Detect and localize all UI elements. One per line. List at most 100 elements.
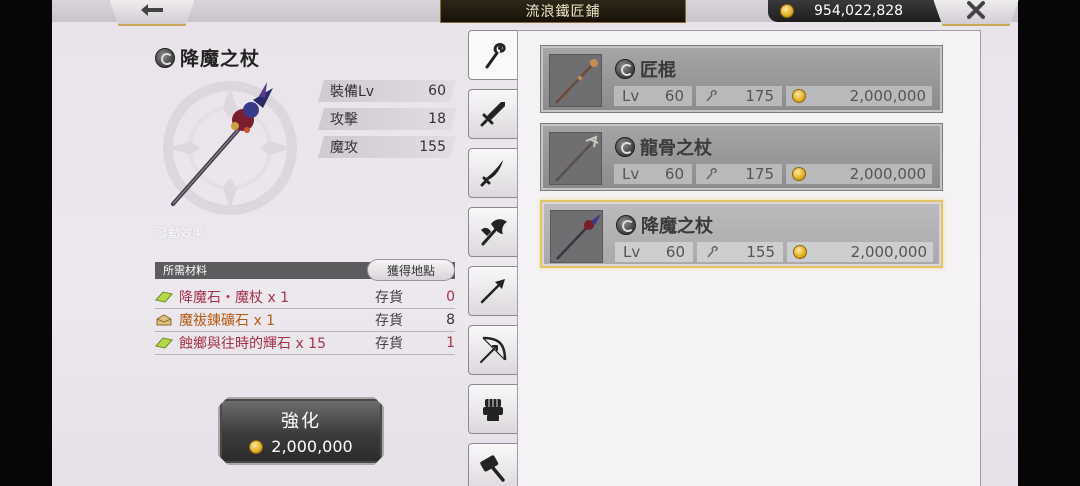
stat-label: 魔攻 — [330, 140, 358, 156]
attack-value: 155 — [746, 243, 775, 261]
gauntlet-icon — [483, 399, 503, 421]
left-letterbox — [0, 0, 52, 486]
back-button[interactable] — [108, 0, 196, 26]
craftsman-staff-icon — [555, 59, 598, 104]
stat-value: 60 — [428, 83, 446, 99]
enhance-button[interactable]: 強化 2,000,000 — [218, 397, 384, 465]
stock-value: 8 — [446, 312, 455, 328]
materials-list: 降魔石・魔杖 x 1 存貨 0 魔祓鍊礦石 x 1 存貨 8 蝕鄉與往時的輝石 … — [155, 286, 455, 355]
gil-coin-icon — [793, 245, 807, 259]
green-crystal-icon — [155, 337, 173, 349]
stock-value: 0 — [446, 289, 455, 305]
staff-icon — [706, 90, 717, 102]
effect-label: 發動效果 — [156, 226, 205, 240]
attack-value: 175 — [745, 87, 774, 105]
weapon-name: 匠棍 — [640, 60, 676, 81]
tab-axe[interactable] — [468, 207, 518, 257]
hammer-icon — [480, 455, 505, 482]
weapon-magic-attack: 175 — [696, 164, 782, 184]
weapon-category-tabs — [468, 30, 520, 486]
weapon-card[interactable]: 匠棍 Lv 60 175 2,000,000 — [540, 45, 943, 113]
ore-icon — [156, 314, 172, 326]
staff-icon — [706, 168, 717, 180]
weapon-stats: Lv 60 155 2,000,000 — [615, 242, 933, 262]
material-row[interactable]: 蝕鄉與往時的輝石 x 15 存貨 1 — [155, 332, 455, 355]
level-label: Lv — [623, 243, 641, 261]
game-screen: 流浪鐵匠鋪 954,022,828 降魔之杖 發動效果 裝備Lv 60 攻擊 1… — [0, 0, 1080, 486]
weapon-card[interactable]: 龍骨之杖 Lv 60 175 2,000,000 — [540, 123, 943, 191]
weapon-stats: Lv 60 175 2,000,000 — [614, 86, 932, 106]
weapon-stats: Lv 60 175 2,000,000 — [614, 164, 932, 184]
stat-value: 18 — [428, 111, 446, 127]
tab-spear[interactable] — [468, 266, 518, 316]
close-button[interactable] — [932, 0, 1020, 26]
axe-icon — [481, 219, 507, 246]
attack-value: 175 — [745, 165, 774, 183]
gil-coin-icon — [249, 440, 263, 454]
item-title: 降魔之杖 — [155, 44, 260, 71]
stock-label: 存貨 — [375, 336, 403, 352]
staff-weapon-icon — [163, 81, 297, 215]
weapon-price: 2,000,000 — [786, 86, 932, 106]
gil-coin-icon — [792, 89, 806, 103]
weapon-magic-attack: 155 — [697, 242, 783, 262]
shop-title: 流浪鐵匠鋪 — [440, 0, 686, 23]
weapon-name-row: 龍骨之杖 — [615, 134, 712, 160]
weapon-price: 2,000,000 — [787, 242, 933, 262]
enhance-cost-value: 2,000,000 — [271, 437, 353, 456]
tab-gauntlet[interactable] — [468, 384, 518, 434]
level-value: 60 — [664, 165, 684, 183]
material-name: 蝕鄉與往時的輝石 x 15 — [179, 336, 326, 352]
stat-row-magic-attack: 魔攻 155 — [318, 136, 456, 158]
weapon-type-icon — [155, 47, 175, 68]
obtain-location-button[interactable]: 獲得地點 — [367, 259, 455, 281]
weapon-card-selected[interactable]: 降魔之杖 Lv 60 155 2,000,000 — [540, 200, 943, 268]
material-row[interactable]: 降魔石・魔杖 x 1 存貨 0 — [155, 286, 455, 309]
stat-row-level: 裝備Lv 60 — [318, 80, 456, 102]
tab-staff[interactable] — [468, 30, 520, 80]
level-value: 60 — [664, 87, 684, 105]
enhance-label: 強化 — [281, 411, 321, 432]
staff-icon — [485, 43, 506, 69]
right-letterbox — [1018, 0, 1080, 486]
weapon-name: 龍骨之杖 — [640, 138, 712, 159]
price-value: 2,000,000 — [849, 165, 926, 183]
weapon-name: 降魔之杖 — [641, 216, 713, 237]
stock-value: 1 — [446, 335, 455, 351]
tab-katana[interactable] — [468, 148, 518, 198]
staff-icon — [707, 246, 718, 258]
item-name: 降魔之杖 — [180, 48, 261, 70]
material-name: 降魔石・魔杖 x 1 — [179, 290, 290, 306]
weapon-thumbnail — [549, 132, 602, 185]
bow-icon — [480, 336, 507, 363]
close-x-icon — [967, 1, 985, 19]
weapon-level: Lv 60 — [614, 164, 692, 184]
tab-sword[interactable] — [468, 89, 518, 139]
katana-icon — [480, 160, 503, 187]
currency-amount: 954,022,828 — [814, 3, 904, 19]
stat-row-attack: 攻擊 18 — [318, 108, 456, 130]
sword-icon — [480, 102, 505, 127]
gil-coin-icon — [780, 4, 794, 18]
left-arrow-icon — [141, 4, 163, 16]
stat-value: 155 — [419, 139, 446, 155]
weapon-magic-attack: 175 — [696, 86, 782, 106]
weapon-name-row: 降魔之杖 — [616, 212, 713, 238]
stats-panel: 裝備Lv 60 攻擊 18 魔攻 155 — [318, 80, 456, 164]
level-label: Lv — [622, 87, 640, 105]
weapon-type-icon — [615, 59, 635, 79]
weapon-level: Lv 60 — [615, 242, 693, 262]
weapon-level: Lv 60 — [614, 86, 692, 106]
material-name: 魔祓鍊礦石 x 1 — [179, 313, 276, 329]
level-label: Lv — [622, 165, 640, 183]
material-row[interactable]: 魔祓鍊礦石 x 1 存貨 8 — [155, 309, 455, 332]
enhance-cost: 2,000,000 — [220, 437, 382, 456]
stat-label: 攻擊 — [330, 112, 358, 128]
spear-icon — [480, 279, 505, 304]
weapon-price: 2,000,000 — [786, 164, 932, 184]
stock-label: 存貨 — [375, 313, 403, 329]
tab-hammer[interactable] — [468, 443, 518, 486]
price-value: 2,000,000 — [849, 87, 926, 105]
price-value: 2,000,000 — [850, 243, 927, 261]
tab-bow[interactable] — [468, 325, 518, 375]
